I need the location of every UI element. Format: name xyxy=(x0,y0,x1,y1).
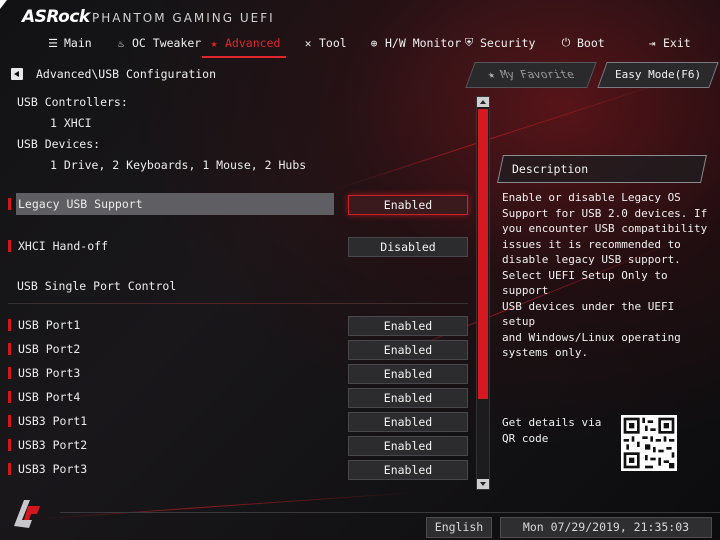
tab-security[interactable]: ⛨ Security xyxy=(463,32,536,54)
setting-usb-port4[interactable]: USB Port4 Enabled xyxy=(8,386,468,408)
row-marker xyxy=(8,439,11,451)
row-marker xyxy=(8,463,11,475)
row-marker xyxy=(8,343,11,355)
easy-mode-label: Easy Mode(F6) xyxy=(614,68,702,81)
language-selector[interactable]: English xyxy=(426,517,492,538)
setting-label: USB3 Port1 xyxy=(18,414,88,428)
tab-label: H/W Monitor xyxy=(385,36,462,50)
qr-code-icon xyxy=(621,415,677,471)
tab-label: Main xyxy=(64,36,92,50)
star-icon: ★ xyxy=(210,36,218,50)
usb-port2-dropdown[interactable]: Enabled xyxy=(348,340,468,360)
usb-controllers-value: 1 XHCI xyxy=(50,116,92,130)
tab-boot[interactable]: ⏻ Boot xyxy=(560,32,605,54)
scroll-down-arrow-icon[interactable] xyxy=(477,479,489,489)
setting-label: Legacy USB Support xyxy=(18,197,143,211)
footer-divider xyxy=(60,512,720,513)
tab-tool[interactable]: ✕ Tool xyxy=(302,32,347,54)
exit-icon: ⇥ xyxy=(648,36,656,50)
usb-controllers-label: USB Controllers: xyxy=(17,95,128,109)
tab-label: Boot xyxy=(577,36,605,50)
tab-label: Advanced xyxy=(225,36,281,50)
monitor-icon: ⊕ xyxy=(370,36,378,50)
tab-main[interactable]: ☰ Main xyxy=(47,32,92,54)
setting-label: XHCI Hand-off xyxy=(18,239,109,253)
setting-label: USB Port3 xyxy=(18,366,81,380)
setting-usb3-port2[interactable]: USB3 Port2 Enabled xyxy=(8,434,468,456)
usb-devices-value: 1 Drive, 2 Keyboards, 1 Mouse, 2 Hubs xyxy=(50,158,307,172)
row-marker xyxy=(8,240,11,252)
legacy-usb-support-dropdown[interactable]: Enabled xyxy=(348,195,468,215)
flame-icon: ♨ xyxy=(117,36,125,50)
usb-port4-dropdown[interactable]: Enabled xyxy=(348,388,468,408)
setting-label: USB Port2 xyxy=(18,342,81,356)
breadcrumb: Advanced\USB Configuration xyxy=(36,67,217,81)
power-icon: ⏻ xyxy=(561,36,571,49)
tab-label: Security xyxy=(480,36,536,50)
setting-usb-port3[interactable]: USB Port3 Enabled xyxy=(8,362,468,384)
row-marker xyxy=(8,415,11,427)
setting-legacy-usb-support[interactable]: Legacy USB Support Enabled xyxy=(8,193,468,215)
qr-label: Get details via QR code xyxy=(502,416,602,445)
usb-port3-dropdown[interactable]: Enabled xyxy=(348,364,468,384)
row-marker xyxy=(8,319,11,331)
usb3-port3-dropdown[interactable]: Enabled xyxy=(348,460,468,480)
tab-label: Exit xyxy=(663,36,691,50)
star-icon: ★ xyxy=(485,68,498,81)
scroll-thumb[interactable] xyxy=(478,109,488,399)
list-icon: ☰ xyxy=(48,36,58,50)
section-title: USB Single Port Control xyxy=(17,279,177,293)
description-text: Enable or disable Legacy OS Support for … xyxy=(502,191,708,359)
setting-usb3-port3[interactable]: USB3 Port3 Enabled xyxy=(8,458,468,480)
setting-label: USB Port1 xyxy=(18,318,81,332)
phantom-gaming-logo-icon xyxy=(14,500,40,528)
scroll-up-arrow-icon[interactable] xyxy=(477,97,489,107)
setting-xhci-hand-off[interactable]: XHCI Hand-off Disabled xyxy=(8,235,468,257)
back-arrow-icon[interactable] xyxy=(11,68,23,80)
product-name: PHANTOM GAMING UEFI xyxy=(92,11,275,25)
scrollbar[interactable] xyxy=(476,96,490,490)
setting-usb3-port1[interactable]: USB3 Port1 Enabled xyxy=(8,410,468,432)
main-menu: ☰ Main ♨ OC Tweaker ★ Advanced ✕ Tool ⊕ … xyxy=(0,32,720,58)
setting-label: USB3 Port2 xyxy=(18,438,88,452)
usb3-port2-dropdown[interactable]: Enabled xyxy=(348,436,468,456)
tab-exit[interactable]: ⇥ Exit xyxy=(646,32,691,54)
tab-label: Tool xyxy=(319,36,347,50)
usb-port1-dropdown[interactable]: Enabled xyxy=(348,316,468,336)
setting-usb-port1[interactable]: USB Port1 Enabled xyxy=(8,314,468,336)
xhci-hand-off-dropdown[interactable]: Disabled xyxy=(348,237,468,257)
tools-icon: ✕ xyxy=(304,36,312,50)
tab-label: OC Tweaker xyxy=(132,36,202,50)
easy-mode-button[interactable]: Easy Mode(F6) xyxy=(597,62,719,88)
setting-label: USB3 Port3 xyxy=(18,462,88,476)
usb-devices-label: USB Devices: xyxy=(17,137,101,151)
row-marker xyxy=(8,367,11,379)
my-favorite-button[interactable]: ★My Favorite xyxy=(465,62,597,88)
row-marker xyxy=(8,391,11,403)
my-favorite-label: My Favorite xyxy=(498,68,576,81)
setting-label: USB Port4 xyxy=(18,390,81,404)
usb3-port1-dropdown[interactable]: Enabled xyxy=(348,412,468,432)
setting-usb-port2[interactable]: USB Port2 Enabled xyxy=(8,338,468,360)
datetime-display: Mon 07/29/2019, 21:35:03 xyxy=(500,517,712,538)
settings-panel: USB Controllers: 1 XHCI USB Devices: 1 D… xyxy=(0,88,472,490)
description-title: Description xyxy=(512,162,589,176)
shield-icon: ⛨ xyxy=(464,36,474,49)
divider xyxy=(8,303,468,304)
tab-advanced[interactable]: ★ Advanced xyxy=(201,32,287,58)
row-marker xyxy=(8,198,11,210)
tab-oc-tweaker[interactable]: ♨ OC Tweaker xyxy=(115,32,202,54)
brand-logo: ASRock xyxy=(22,7,90,27)
tab-hw-monitor[interactable]: ⊕ H/W Monitor xyxy=(368,32,461,54)
header: ASRock PHANTOM GAMING UEFI ☰ Main ♨ OC T… xyxy=(0,0,720,60)
